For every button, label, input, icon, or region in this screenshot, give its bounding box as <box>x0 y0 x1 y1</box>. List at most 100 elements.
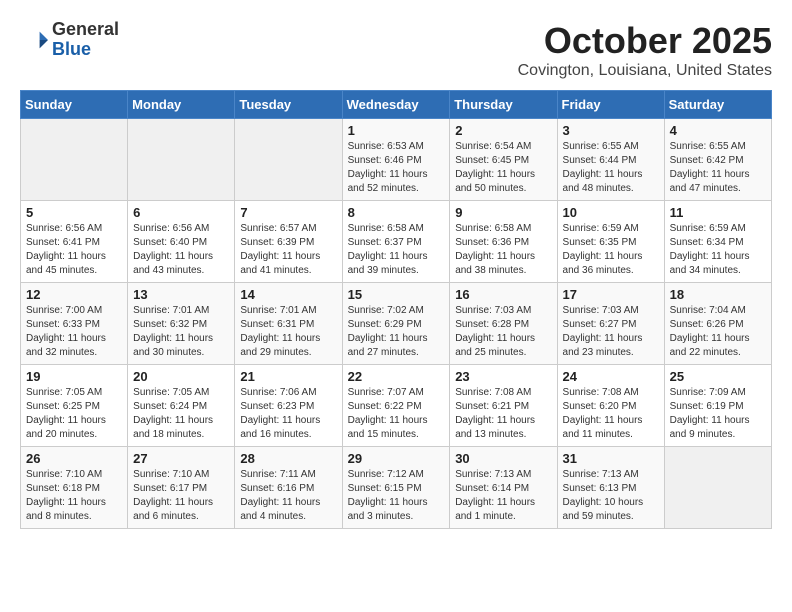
day-info: Sunrise: 6:53 AM Sunset: 6:46 PM Dayligh… <box>348 140 445 196</box>
day-info: Sunrise: 7:00 AM Sunset: 6:33 PM Dayligh… <box>26 304 122 360</box>
column-header-monday: Monday <box>128 91 235 119</box>
column-header-saturday: Saturday <box>664 91 771 119</box>
title-block: October 2025 Covington, Louisiana, Unite… <box>518 20 772 80</box>
day-info: Sunrise: 7:03 AM Sunset: 6:28 PM Dayligh… <box>455 304 551 360</box>
calendar-cell: 20Sunrise: 7:05 AM Sunset: 6:24 PM Dayli… <box>128 365 235 447</box>
day-number: 5 <box>26 205 122 220</box>
day-number: 30 <box>455 451 551 466</box>
day-number: 14 <box>240 287 336 302</box>
calendar-cell: 5 Sunrise: 6:56 AM Sunset: 6:41 PM Daylig… <box>21 201 128 283</box>
day-info: Sunrise: 6:57 AM Sunset: 6:39 PM Dayligh… <box>240 222 336 278</box>
calendar-cell: 7Sunrise: 6:57 AM Sunset: 6:39 PM Daylig… <box>235 201 342 283</box>
day-number: 2 <box>455 123 551 138</box>
day-info: Sunrise: 7:04 AM Sunset: 6:26 PM Dayligh… <box>670 304 766 360</box>
calendar-cell: 9 Sunrise: 6:58 AM Sunset: 6:36 PM Daylig… <box>450 201 557 283</box>
day-info: Sunrise: 6:54 AM Sunset: 6:45 PM Dayligh… <box>455 140 551 196</box>
calendar-cell: 16 Sunrise: 7:03 AM Sunset: 6:28 PM Dayli… <box>450 283 557 365</box>
day-number: 26 <box>26 451 122 466</box>
calendar-header-row: SundayMondayTuesdayWednesdayThursdayFrid… <box>21 91 772 119</box>
day-number: 24 <box>563 369 659 384</box>
day-info: Sunrise: 6:58 AM Sunset: 6:36 PM Dayligh… <box>455 222 551 278</box>
calendar-cell: 2 Sunrise: 6:54 AM Sunset: 6:45 PM Daylig… <box>450 119 557 201</box>
day-info: Sunrise: 6:56 AM Sunset: 6:41 PM Dayligh… <box>26 222 122 278</box>
calendar-cell <box>128 119 235 201</box>
day-info: Sunrise: 6:55 AM Sunset: 6:42 PM Dayligh… <box>670 140 766 196</box>
calendar-cell: 29 Sunrise: 7:12 AM Sunset: 6:15 PM Dayli… <box>342 447 450 529</box>
day-number: 8 <box>348 205 445 220</box>
day-info: Sunrise: 7:12 AM Sunset: 6:15 PM Dayligh… <box>348 468 445 524</box>
day-number: 6 <box>133 205 229 220</box>
day-number: 9 <box>455 205 551 220</box>
day-number: 16 <box>455 287 551 302</box>
column-header-tuesday: Tuesday <box>235 91 342 119</box>
day-info: Sunrise: 7:08 AM Sunset: 6:21 PM Dayligh… <box>455 386 551 442</box>
calendar-cell: 15Sunrise: 7:02 AM Sunset: 6:29 PM Dayli… <box>342 283 450 365</box>
day-info: Sunrise: 6:58 AM Sunset: 6:37 PM Dayligh… <box>348 222 445 278</box>
column-header-wednesday: Wednesday <box>342 91 450 119</box>
day-number: 28 <box>240 451 336 466</box>
day-number: 25 <box>670 369 766 384</box>
calendar-week-5: 26Sunrise: 7:10 AM Sunset: 6:18 PM Dayli… <box>21 447 772 529</box>
day-info: Sunrise: 7:06 AM Sunset: 6:23 PM Dayligh… <box>240 386 336 442</box>
page-header: General Blue October 2025 Covington, Lou… <box>20 20 772 80</box>
calendar-cell <box>21 119 128 201</box>
calendar-cell: 26Sunrise: 7:10 AM Sunset: 6:18 PM Dayli… <box>21 447 128 529</box>
day-number: 18 <box>670 287 766 302</box>
day-number: 31 <box>563 451 659 466</box>
calendar-cell: 25Sunrise: 7:09 AM Sunset: 6:19 PM Dayli… <box>664 365 771 447</box>
calendar-cell <box>235 119 342 201</box>
day-number: 11 <box>670 205 766 220</box>
day-info: Sunrise: 7:13 AM Sunset: 6:13 PM Dayligh… <box>563 468 659 524</box>
column-header-sunday: Sunday <box>21 91 128 119</box>
calendar-cell: 13Sunrise: 7:01 AM Sunset: 6:32 PM Dayli… <box>128 283 235 365</box>
day-number: 10 <box>563 205 659 220</box>
day-info: Sunrise: 6:56 AM Sunset: 6:40 PM Dayligh… <box>133 222 229 278</box>
logo: General Blue <box>20 20 119 60</box>
calendar-cell: 1 Sunrise: 6:53 AM Sunset: 6:46 PM Daylig… <box>342 119 450 201</box>
calendar-cell: 23 Sunrise: 7:08 AM Sunset: 6:21 PM Dayli… <box>450 365 557 447</box>
day-info: Sunrise: 6:59 AM Sunset: 6:34 PM Dayligh… <box>670 222 766 278</box>
day-info: Sunrise: 7:08 AM Sunset: 6:20 PM Dayligh… <box>563 386 659 442</box>
calendar-week-4: 19Sunrise: 7:05 AM Sunset: 6:25 PM Dayli… <box>21 365 772 447</box>
calendar-cell: 30 Sunrise: 7:13 AM Sunset: 6:14 PM Dayli… <box>450 447 557 529</box>
calendar-cell <box>664 447 771 529</box>
day-number: 3 <box>563 123 659 138</box>
logo-blue: Blue <box>52 40 119 60</box>
day-info: Sunrise: 7:13 AM Sunset: 6:14 PM Dayligh… <box>455 468 551 524</box>
calendar-cell: 18 Sunrise: 7:04 AM Sunset: 6:26 PM Dayli… <box>664 283 771 365</box>
calendar-cell: 11 Sunrise: 6:59 AM Sunset: 6:34 PM Dayli… <box>664 201 771 283</box>
calendar-cell: 8 Sunrise: 6:58 AM Sunset: 6:37 PM Daylig… <box>342 201 450 283</box>
day-number: 20 <box>133 369 229 384</box>
day-number: 29 <box>348 451 445 466</box>
calendar-cell: 14 Sunrise: 7:01 AM Sunset: 6:31 PM Dayli… <box>235 283 342 365</box>
day-number: 12 <box>26 287 122 302</box>
calendar-cell: 31 Sunrise: 7:13 AM Sunset: 6:13 PM Dayli… <box>557 447 664 529</box>
day-number: 23 <box>455 369 551 384</box>
calendar-cell: 12 Sunrise: 7:00 AM Sunset: 6:33 PM Dayli… <box>21 283 128 365</box>
day-number: 19 <box>26 369 122 384</box>
month-title: October 2025 <box>518 20 772 62</box>
calendar-cell: 17Sunrise: 7:03 AM Sunset: 6:27 PM Dayli… <box>557 283 664 365</box>
calendar-cell: 4Sunrise: 6:55 AM Sunset: 6:42 PM Daylig… <box>664 119 771 201</box>
calendar-table: SundayMondayTuesdayWednesdayThursdayFrid… <box>20 90 772 529</box>
day-info: Sunrise: 7:03 AM Sunset: 6:27 PM Dayligh… <box>563 304 659 360</box>
calendar-week-2: 5 Sunrise: 6:56 AM Sunset: 6:41 PM Daylig… <box>21 201 772 283</box>
calendar-cell: 3Sunrise: 6:55 AM Sunset: 6:44 PM Daylig… <box>557 119 664 201</box>
calendar-cell: 19Sunrise: 7:05 AM Sunset: 6:25 PM Dayli… <box>21 365 128 447</box>
calendar-cell: 10Sunrise: 6:59 AM Sunset: 6:35 PM Dayli… <box>557 201 664 283</box>
calendar-cell: 24 Sunrise: 7:08 AM Sunset: 6:20 PM Dayli… <box>557 365 664 447</box>
logo-text: General Blue <box>52 20 119 60</box>
day-number: 1 <box>348 123 445 138</box>
logo-icon <box>20 26 48 54</box>
calendar-cell: 28 Sunrise: 7:11 AM Sunset: 6:16 PM Dayli… <box>235 447 342 529</box>
day-number: 27 <box>133 451 229 466</box>
day-number: 22 <box>348 369 445 384</box>
day-info: Sunrise: 7:01 AM Sunset: 6:31 PM Dayligh… <box>240 304 336 360</box>
day-info: Sunrise: 7:10 AM Sunset: 6:17 PM Dayligh… <box>133 468 229 524</box>
day-info: Sunrise: 7:11 AM Sunset: 6:16 PM Dayligh… <box>240 468 336 524</box>
day-info: Sunrise: 7:02 AM Sunset: 6:29 PM Dayligh… <box>348 304 445 360</box>
column-header-thursday: Thursday <box>450 91 557 119</box>
calendar-cell: 21Sunrise: 7:06 AM Sunset: 6:23 PM Dayli… <box>235 365 342 447</box>
day-info: Sunrise: 7:01 AM Sunset: 6:32 PM Dayligh… <box>133 304 229 360</box>
logo-general: General <box>52 20 119 40</box>
